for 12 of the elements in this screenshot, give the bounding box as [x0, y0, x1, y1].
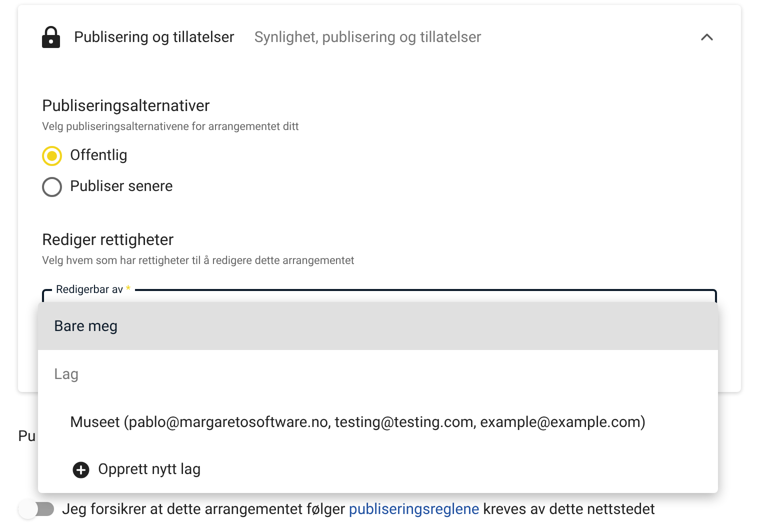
menu-subheader: Lag [53, 364, 80, 385]
section-description: Velg hvem som har rettigheter til å redigere dette arrangementet [42, 252, 356, 268]
section-title: Rediger rettigheter [42, 230, 175, 250]
panel-subtitle: Synlighet, publisering og tillatelser [254, 26, 482, 48]
section-title: Publiseringsalternativer [42, 96, 211, 116]
section-heading: Pu [18, 426, 37, 447]
agreement-text: Jeg forsikrer at dette arrangementet følger publiseringsreglene kreves av dette nettstedet [62, 498, 656, 520]
radio-label: Publiser senere [70, 176, 173, 198]
radio-label: Offentlig [70, 145, 128, 166]
section-description: Velg publiseringsalternativene for arrangementet ditt [42, 119, 300, 135]
panel-title: Publisering og tillatelser [74, 26, 234, 48]
field-label: Redigerbar av * [52, 282, 135, 298]
